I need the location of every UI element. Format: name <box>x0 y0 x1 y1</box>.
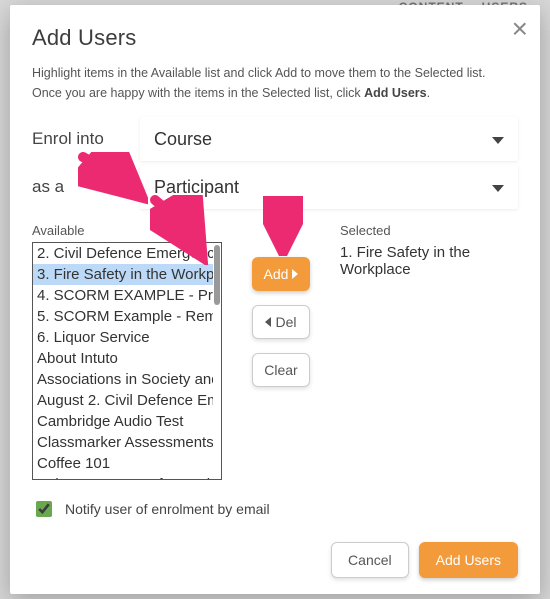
modal-title: Add Users <box>32 25 518 51</box>
chevron-down-icon <box>492 137 504 144</box>
as-a-label: as a <box>32 177 140 197</box>
enrol-into-label: Enrol into <box>32 129 140 149</box>
list-item[interactable]: 6. Liquor Service <box>33 327 213 348</box>
selected-list[interactable]: 1. Fire Safety in the Workplace <box>340 242 518 280</box>
modal-instructions: Highlight items in the Available list an… <box>32 63 518 103</box>
list-item[interactable]: About Intuto <box>33 348 213 369</box>
available-label: Available <box>32 223 222 238</box>
list-item[interactable]: Cyber Awareness for Seniors <box>33 474 213 479</box>
clear-button[interactable]: Clear <box>252 353 310 387</box>
cancel-button[interactable]: Cancel <box>331 542 409 578</box>
list-item[interactable]: Cambridge Audio Test <box>33 411 213 432</box>
triangle-left-icon <box>265 317 271 327</box>
list-item[interactable]: Coffee 101 <box>33 453 213 474</box>
selected-label: Selected <box>340 223 518 238</box>
chevron-down-icon <box>492 185 504 192</box>
add-users-button[interactable]: Add Users <box>419 542 518 578</box>
list-item[interactable]: 1. Fire Safety in the Workplace <box>340 242 518 280</box>
list-item[interactable]: 3. Fire Safety in the Workplace <box>33 264 213 285</box>
notify-checkbox[interactable] <box>36 501 52 517</box>
list-item[interactable]: Associations in Society and their Struct… <box>33 369 213 390</box>
role-select[interactable]: Participant <box>140 165 518 209</box>
del-button[interactable]: Del <box>252 305 310 339</box>
list-item[interactable]: 5. SCORM Example - Remote Plan Course <box>33 306 213 327</box>
list-item[interactable]: August 2. Civil Defence Emergency Manage… <box>33 390 213 411</box>
available-listbox[interactable]: 2. Civil Defence Emergency Management3. … <box>32 242 222 480</box>
notify-label[interactable]: Notify user of enrolment by email <box>65 501 270 517</box>
enrol-into-value: Course <box>154 129 212 150</box>
add-users-modal: × Add Users Highlight items in the Avail… <box>10 5 540 594</box>
triangle-right-icon <box>292 269 298 279</box>
list-item[interactable]: 4. SCORM EXAMPLE - Providing Exceptional <box>33 285 213 306</box>
add-button[interactable]: Add <box>252 257 310 291</box>
list-item[interactable]: 2. Civil Defence Emergency Management <box>33 243 213 264</box>
enrol-into-select[interactable]: Course <box>140 117 518 161</box>
role-value: Participant <box>154 177 239 198</box>
scrollbar[interactable] <box>214 245 220 305</box>
list-item[interactable]: Classmarker Assessments Demo <box>33 432 213 453</box>
close-icon[interactable]: × <box>512 15 528 43</box>
